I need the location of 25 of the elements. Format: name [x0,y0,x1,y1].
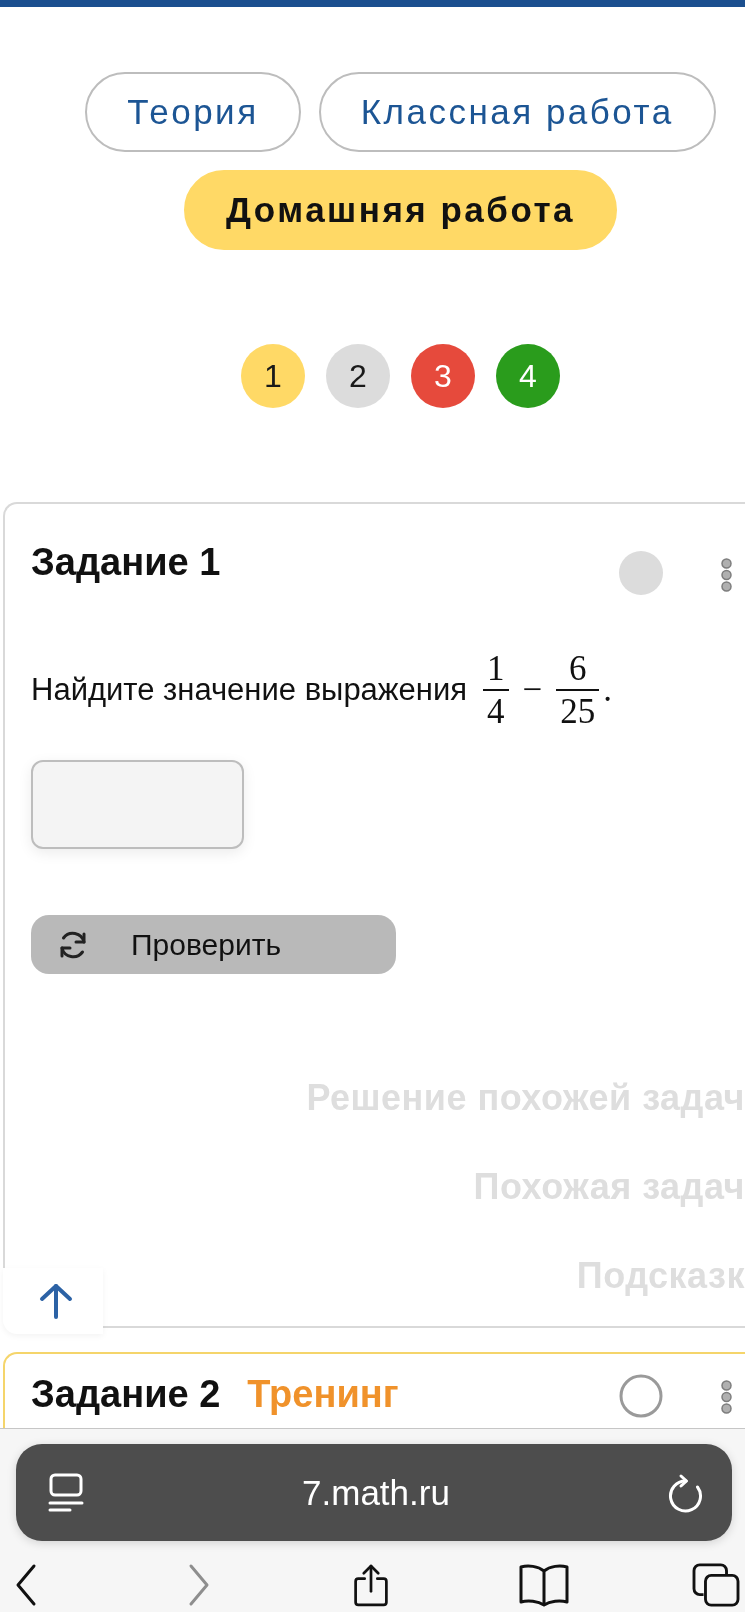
task-number-button[interactable]: 1 [241,344,305,408]
book-icon[interactable] [517,1563,570,1607]
tab[interactable]: Классная работа [318,72,716,152]
more-menu-icon[interactable] [721,558,732,592]
task-text: Найдите значение выражения [31,672,468,708]
reload-icon[interactable] [668,1472,704,1513]
share-icon[interactable] [352,1563,390,1607]
task-title: Задание 1 [31,540,221,584]
reader-icon[interactable] [48,1472,84,1513]
address-bar[interactable]: 7.math.ru [16,1444,732,1541]
check-button[interactable]: Проверить [31,915,396,974]
tabs-icon[interactable] [692,1563,740,1607]
tab[interactable]: Домашняя работа [183,170,618,250]
task-number-button[interactable]: 4 [496,344,560,408]
tab[interactable]: Теория [85,72,301,152]
status-ring-icon [619,1374,663,1418]
task-title: Задание 2 [31,1372,221,1416]
answer-field[interactable] [31,760,244,849]
task-number-button[interactable]: 2 [326,344,390,408]
back-icon[interactable] [15,1563,37,1607]
task-tag: Тренинг [247,1372,399,1416]
task-number-button[interactable]: 3 [411,344,475,408]
scroll-top-button[interactable] [3,1268,103,1334]
status-dot-icon [619,551,663,595]
more-menu-icon[interactable] [721,1380,732,1414]
